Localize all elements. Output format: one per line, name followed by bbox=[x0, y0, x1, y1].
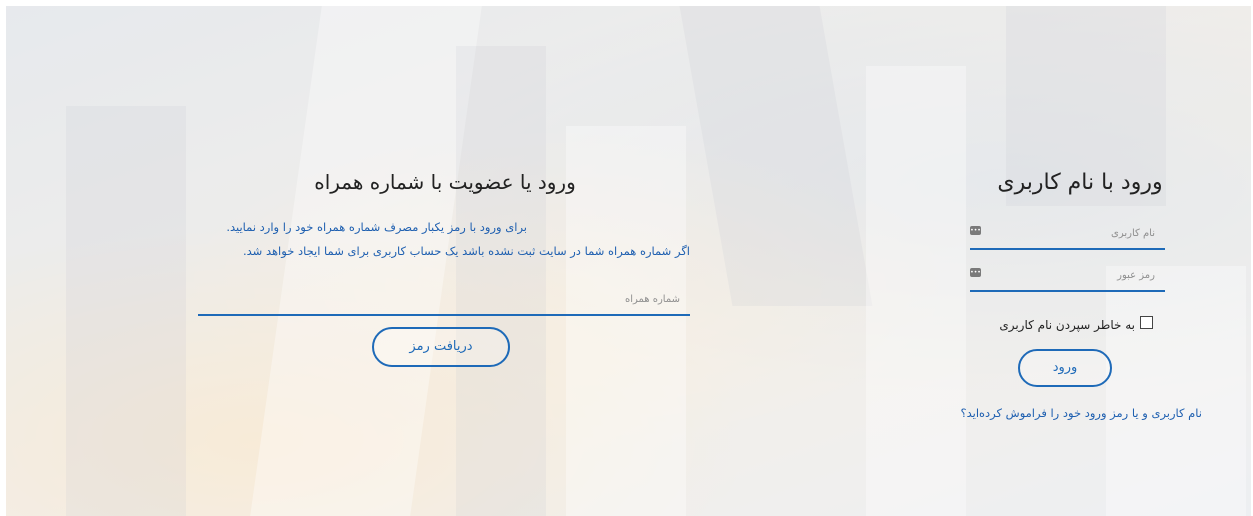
remember-checkbox[interactable] bbox=[1140, 316, 1153, 329]
password-manager-icon[interactable]: ••• bbox=[970, 268, 981, 277]
username-login-panel: ورود با نام کاربری نام کاربری ••• رمز عب… bbox=[925, 160, 1203, 420]
forgot-password-link[interactable]: نام کاربری و یا رمز ورود خود را فراموش ک… bbox=[961, 406, 1203, 420]
mobile-number-placeholder: شماره همراه bbox=[624, 294, 680, 305]
info-line-1: برای ورود با رمز یکبار مصرف شماره همراه … bbox=[226, 220, 527, 234]
mobile-number-field[interactable]: شماره همراه bbox=[198, 288, 690, 316]
username-login-title: ورود با نام کاربری bbox=[997, 170, 1163, 195]
info-line-2: اگر شماره همراه شما در سایت ثبت نشده باش… bbox=[242, 244, 690, 258]
background-overlay bbox=[6, 6, 1251, 516]
password-manager-icon[interactable]: ••• bbox=[970, 226, 981, 235]
password-placeholder: رمز عبور bbox=[1117, 270, 1155, 281]
username-placeholder: نام کاربری bbox=[1111, 228, 1155, 239]
mobile-login-panel: ورود یا عضویت با شماره همراه برای ورود ب… bbox=[180, 160, 710, 367]
password-field[interactable]: رمز عبور ••• bbox=[970, 264, 1165, 292]
remember-label: به خاطر سپردن نام کاربری bbox=[999, 318, 1135, 332]
username-field[interactable]: نام کاربری ••• bbox=[970, 222, 1165, 250]
get-code-button[interactable]: دریافت رمز bbox=[372, 327, 510, 367]
mobile-login-title: ورود یا عضویت با شماره همراه bbox=[314, 170, 576, 194]
login-button[interactable]: ورود bbox=[1018, 349, 1112, 387]
